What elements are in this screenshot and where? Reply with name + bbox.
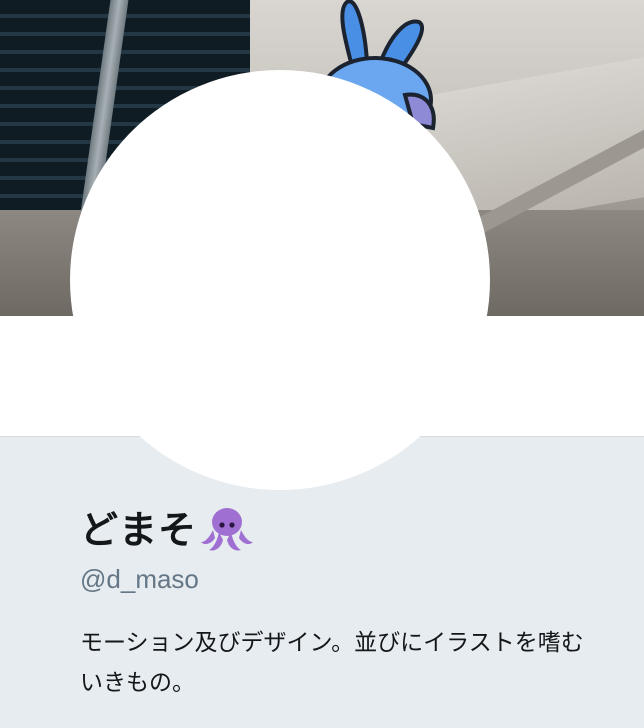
display-name-text: どまそ	[80, 508, 198, 552]
profile-bio: モーション及びデザイン。並びにイラストを嗜むいきもの。	[80, 630, 584, 697]
profile-info: どまそ @d_maso モーション及びデザイン。並びにイラストを嗜むいきもの。	[80, 500, 620, 703]
octopus-icon	[201, 508, 254, 551]
profile-avatar[interactable]	[70, 70, 490, 490]
display-name: どまそ	[80, 500, 620, 560]
profile-handle[interactable]: @d_maso	[80, 564, 620, 595]
